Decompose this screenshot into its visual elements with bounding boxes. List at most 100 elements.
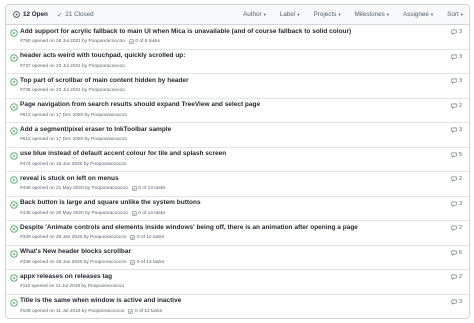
issue-title-link[interactable]: appx releases on releases tag <box>20 273 112 280</box>
issue-opened-by: #474 opened on 16 Jun 2020 by Poopooraco… <box>20 161 127 167</box>
comments-link[interactable]: 3 <box>451 299 462 305</box>
comments-link[interactable]: 2 <box>451 225 462 231</box>
issue-opened-icon <box>10 249 18 258</box>
comments-link[interactable]: 3 <box>451 54 462 60</box>
issue-row: appx releases on releases tag #110 opened… <box>6 270 469 295</box>
issue-opened-icon <box>10 102 18 111</box>
comment-icon <box>451 176 457 182</box>
filter-label: Projects <box>313 11 337 18</box>
issue-tasks: 0 of 14 tasks <box>138 210 166 216</box>
comment-icon <box>451 29 457 35</box>
comments-link[interactable]: 3 <box>451 78 462 84</box>
issue-title-link[interactable]: Title is the same when window is active … <box>20 297 181 304</box>
filter-label[interactable]: Label ▾ <box>280 11 300 18</box>
filter-projects[interactable]: Projects ▾ <box>314 11 341 18</box>
closed-issues-link[interactable]: ✓ 21 Closed <box>57 11 94 19</box>
chevron-down-icon: ▾ <box>263 11 266 17</box>
comments-link[interactable]: 2 <box>451 274 462 280</box>
comment-icon <box>451 54 457 60</box>
comment-count: 3 <box>458 298 462 305</box>
issue-title-link[interactable]: Back button is large and square unlike t… <box>20 199 201 206</box>
comment-count: 3 <box>458 78 462 84</box>
issue-meta: #790 opened on 28 Jul 2021 by Poopooraco… <box>20 39 160 44</box>
comments-link[interactable]: 3 <box>451 29 462 35</box>
open-count-label: 12 Open <box>23 11 48 18</box>
comment-icon <box>451 201 457 207</box>
comment-count: 2 <box>458 274 462 280</box>
issue-row: Despite 'Animate controls and elements i… <box>6 221 469 246</box>
issue-meta: #613 opened on 17 Dec 2020 by Poopooraco… <box>20 113 127 118</box>
issue-opened-by: #338 opened on 26 Jan 2020 by Poopooraco… <box>20 259 127 265</box>
issue-title-link[interactable]: What's New header blocks scrollbar <box>20 248 131 255</box>
issue-row: Add support for acrylic fallback to main… <box>6 25 469 50</box>
checklist-icon <box>129 39 134 44</box>
filter-sort[interactable]: Sort ▾ <box>447 11 463 18</box>
issue-title-link[interactable]: Despite 'Animate controls and elements i… <box>20 224 358 231</box>
issue-meta: #737 opened on 23 Jul 2021 by Poopooraco… <box>20 64 125 69</box>
chevron-down-icon: ▾ <box>338 11 341 17</box>
comment-icon <box>451 103 457 109</box>
issue-title-link[interactable]: Page navigation from search results shou… <box>20 101 260 108</box>
filter-author[interactable]: Author ▾ <box>243 11 266 18</box>
issue-meta: #445 opened on 20 May 2020 by Poopooraco… <box>20 211 165 216</box>
issue-row: Back button is large and square unlike t… <box>6 197 469 221</box>
comments-link[interactable]: 2 <box>451 176 462 182</box>
issue-opened-by: #445 opened on 20 May 2020 by Poopooraco… <box>20 210 128 216</box>
comments-link[interactable]: 5 <box>451 152 462 158</box>
comment-count: 3 <box>458 200 462 207</box>
issue-opened-icon <box>10 298 18 307</box>
issue-opened-by: #446 opened on 21 May 2020 by Poopooraco… <box>20 186 128 191</box>
issue-opened-icon <box>10 53 18 62</box>
issue-title-link[interactable]: use blue instead of default accent colou… <box>20 150 226 157</box>
comment-count: 2 <box>458 102 462 109</box>
filter-label: Label <box>279 11 296 18</box>
issue-row: Page navigation from search results shou… <box>6 99 469 123</box>
issue-title-link[interactable]: header acts weird with touchpad, quickly… <box>20 52 185 59</box>
comment-count: 3 <box>458 29 462 35</box>
issue-meta: #108 opened on 11 Jul 2019 by Poopooraco… <box>20 309 162 314</box>
comments-link[interactable]: 6 <box>451 250 462 256</box>
issue-opened-icon <box>10 200 18 209</box>
filter-assignee[interactable]: Assignee ▾ <box>403 11 433 18</box>
chevron-down-icon: ▾ <box>460 11 463 17</box>
issue-opened-icon <box>13 11 20 18</box>
comment-icon <box>451 152 457 158</box>
comment-icon <box>451 250 457 256</box>
issue-title-link[interactable]: Add a segment/pixel eraser to InkToolbar… <box>20 126 171 133</box>
comments-link[interactable]: 2 <box>451 103 462 109</box>
filter-milestones[interactable]: Milestones ▾ <box>355 11 389 18</box>
checklist-icon <box>131 186 137 191</box>
issue-opened-icon <box>10 176 18 184</box>
comment-count: 2 <box>458 176 462 182</box>
issue-row: header acts weird with touchpad, quickly… <box>6 50 469 74</box>
issue-title-link[interactable]: reveal is stuck on left on menus <box>20 175 119 182</box>
issue-opened-icon <box>10 78 18 86</box>
issue-row: use blue instead of default accent colou… <box>6 148 469 172</box>
comment-count: 3 <box>458 53 462 60</box>
chevron-down-icon: ▾ <box>297 11 300 17</box>
issue-tasks: 0 of 12 tasks <box>134 308 163 314</box>
filter-label: Sort <box>447 11 459 18</box>
issue-meta: #338 opened on 26 Jan 2020 by Poopooraco… <box>20 260 164 265</box>
issue-title-link[interactable]: Add support for acrylic fallback to main… <box>20 28 351 35</box>
comments-link[interactable]: 3 <box>451 127 462 133</box>
checklist-icon <box>131 210 137 216</box>
issue-tasks: 0 of 12 tasks <box>136 235 165 240</box>
issue-tasks: 0 of 13 tasks <box>138 186 166 191</box>
issue-list: Add support for acrylic fallback to main… <box>6 25 469 319</box>
comment-count: 3 <box>458 127 462 133</box>
issue-row: Title is the same when window is active … <box>6 295 469 319</box>
issue-opened-by: #737 opened on 23 Jul 2021 by Poopooraco… <box>20 63 125 69</box>
comments-link[interactable]: 3 <box>451 201 462 207</box>
issue-opened-by: #339 opened on 26 Jan 2020 by Poopooraco… <box>20 235 127 240</box>
comment-count: 5 <box>458 151 462 158</box>
issue-row: What's New header blocks scrollbar #338 o… <box>6 246 469 270</box>
open-issues-link[interactable]: 12 Open <box>13 11 48 18</box>
issue-title-link[interactable]: Top part of scrollbar of main content hi… <box>20 77 189 84</box>
issue-opened-by: #613 opened on 17 Dec 2020 by Poopooraco… <box>20 112 128 118</box>
issue-opened-icon <box>10 29 18 37</box>
issue-meta: #474 opened on 16 Jun 2020 by Poopooraco… <box>20 162 126 167</box>
filter-label: Milestones <box>354 11 385 18</box>
filter-label: Author <box>243 11 262 18</box>
issues-box: 12 Open ✓ 21 Closed Author ▾ Label ▾ Project… <box>5 4 470 319</box>
